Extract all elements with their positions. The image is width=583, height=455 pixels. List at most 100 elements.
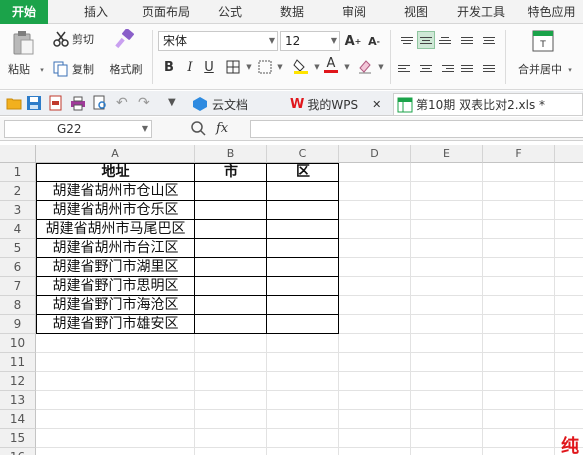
row-header[interactable]: 4: [0, 220, 36, 239]
row-header[interactable]: 5: [0, 239, 36, 258]
row-header[interactable]: 14: [0, 410, 36, 429]
row-header[interactable]: 2: [0, 182, 36, 201]
row-header[interactable]: 13: [0, 391, 36, 410]
merge-center-dropdown-icon[interactable]: ▾: [566, 66, 574, 74]
row-header[interactable]: 11: [0, 353, 36, 372]
cell-b1-city-header[interactable]: 市: [195, 163, 267, 182]
column-header-a[interactable]: A: [36, 145, 195, 163]
name-box[interactable]: G22 ▼: [4, 120, 152, 138]
print-icon[interactable]: [70, 95, 86, 111]
underline-icon[interactable]: U: [200, 58, 218, 76]
menu-tab-insert[interactable]: 插入: [72, 0, 120, 24]
paste-button[interactable]: [10, 30, 36, 56]
doc-tab-cloud[interactable]: 云文档: [192, 93, 280, 115]
redo-icon[interactable]: ↷: [138, 95, 154, 111]
grid-line: [36, 428, 583, 429]
doc-tab-my-wps[interactable]: W 我的WPS ✕: [290, 93, 390, 115]
row-header[interactable]: 10: [0, 334, 36, 353]
export-pdf-icon[interactable]: [48, 95, 64, 111]
grid-line: [36, 390, 583, 391]
spreadsheet-grid[interactable]: A B C D E F 1 2 3 4 5 6 7 8 9 10 11 12 1…: [0, 145, 583, 455]
undo-icon[interactable]: ↶: [116, 95, 132, 111]
row-header[interactable]: 9: [0, 315, 36, 334]
chevron-down-icon[interactable]: ▼: [338, 58, 356, 76]
address-cell[interactable]: 胡建省野门市思明区: [36, 277, 195, 296]
address-cell[interactable]: 胡建省野门市湖里区: [36, 258, 195, 277]
format-painter-button[interactable]: 格式刷: [106, 62, 146, 76]
customize-toolbar-icon[interactable]: ▼: [168, 95, 184, 111]
row-header[interactable]: 1: [0, 163, 36, 182]
row-header[interactable]: 3: [0, 201, 36, 220]
decrease-font-size-icon[interactable]: A-: [365, 32, 383, 50]
format-painter-icon[interactable]: [112, 28, 136, 52]
font-size-select[interactable]: 12 ▼: [280, 31, 340, 51]
close-icon[interactable]: ✕: [372, 98, 381, 111]
menu-tab-special[interactable]: 特色应用: [520, 0, 583, 24]
align-top-icon[interactable]: [398, 31, 416, 49]
column-header-c[interactable]: C: [267, 145, 339, 163]
menu-tab-review[interactable]: 审阅: [334, 0, 374, 24]
align-right-icon[interactable]: [436, 59, 454, 77]
bold-icon[interactable]: B: [160, 58, 178, 76]
menu-tab-formulas[interactable]: 公式: [210, 0, 250, 24]
zoom-search-icon[interactable]: [190, 120, 208, 138]
align-bottom-icon[interactable]: [436, 31, 454, 49]
cell-c1-district-header[interactable]: 区: [267, 163, 339, 182]
column-header-b[interactable]: B: [195, 145, 267, 163]
address-cell[interactable]: 胡建省胡州市台江区: [36, 239, 195, 258]
save-icon[interactable]: [26, 95, 42, 111]
doc-tab-active-workbook[interactable]: 第10期 双表比对2.xls *: [393, 93, 583, 115]
cell-a1-address-header[interactable]: 地址: [36, 163, 195, 182]
row-header[interactable]: 15: [0, 429, 36, 448]
open-folder-icon[interactable]: [6, 95, 22, 111]
distributed-icon[interactable]: [480, 59, 498, 77]
italic-icon[interactable]: I: [181, 58, 199, 76]
formula-input[interactable]: [250, 120, 583, 138]
orientation-icon[interactable]: [458, 31, 476, 49]
address-cell[interactable]: 胡建省胡州市马尾巴区: [36, 220, 195, 239]
address-cell[interactable]: 胡建省胡州市仓山区: [36, 182, 195, 201]
formula-bar: G22 ▼ fx: [0, 117, 583, 141]
insert-function-button[interactable]: fx: [216, 120, 228, 138]
row-header[interactable]: 7: [0, 277, 36, 296]
menu-tab-view[interactable]: 视图: [396, 0, 436, 24]
paste-dropdown-icon[interactable]: ▾: [38, 66, 46, 74]
address-cell[interactable]: 胡建省野门市海沧区: [36, 296, 195, 315]
row-header[interactable]: 16: [0, 448, 36, 455]
menu-tab-page-layout[interactable]: 页面布局: [135, 0, 197, 24]
doc-tab-label: 云文档: [212, 97, 249, 112]
cut-button[interactable]: 剪切: [72, 32, 100, 46]
merge-center-icon[interactable]: T: [532, 30, 554, 52]
print-preview-icon[interactable]: [92, 95, 108, 111]
wrap-text-icon[interactable]: [480, 31, 498, 49]
column-header-e[interactable]: E: [411, 145, 483, 163]
select-all-corner[interactable]: [0, 145, 36, 163]
row-header[interactable]: 12: [0, 372, 36, 391]
menu-tab-developer[interactable]: 开发工具: [450, 0, 512, 24]
align-middle-icon[interactable]: [417, 31, 435, 49]
column-header-f[interactable]: F: [483, 145, 555, 163]
menu-tab-data[interactable]: 数据: [272, 0, 312, 24]
menu-tab-home[interactable]: 开始: [0, 0, 48, 24]
merge-center-button[interactable]: 合并居中: [514, 62, 566, 76]
align-center-icon[interactable]: [417, 59, 435, 77]
column-header-g[interactable]: [555, 145, 583, 163]
column-header-d[interactable]: D: [339, 145, 411, 163]
increase-font-size-icon[interactable]: A +: [344, 32, 362, 50]
address-cell[interactable]: 胡建省野门市雄安区: [36, 315, 195, 334]
table-border-line: [36, 200, 339, 201]
chevron-down-icon[interactable]: ▼: [271, 58, 289, 76]
spreadsheet-file-icon: [397, 97, 413, 112]
address-cell[interactable]: 胡建省胡州市仓乐区: [36, 201, 195, 220]
chevron-down-icon[interactable]: ▼: [372, 58, 390, 76]
table-border-line: [266, 163, 267, 334]
justify-icon[interactable]: [458, 59, 476, 77]
row-header[interactable]: 8: [0, 296, 36, 315]
copy-icon[interactable]: [52, 60, 70, 78]
copy-button[interactable]: 复制: [72, 62, 100, 76]
align-left-icon[interactable]: [398, 59, 416, 77]
scissors-icon[interactable]: [52, 30, 70, 48]
font-name-select[interactable]: 宋体 ▼: [158, 31, 278, 51]
font-name-value: 宋体: [163, 34, 188, 48]
row-header[interactable]: 6: [0, 258, 36, 277]
